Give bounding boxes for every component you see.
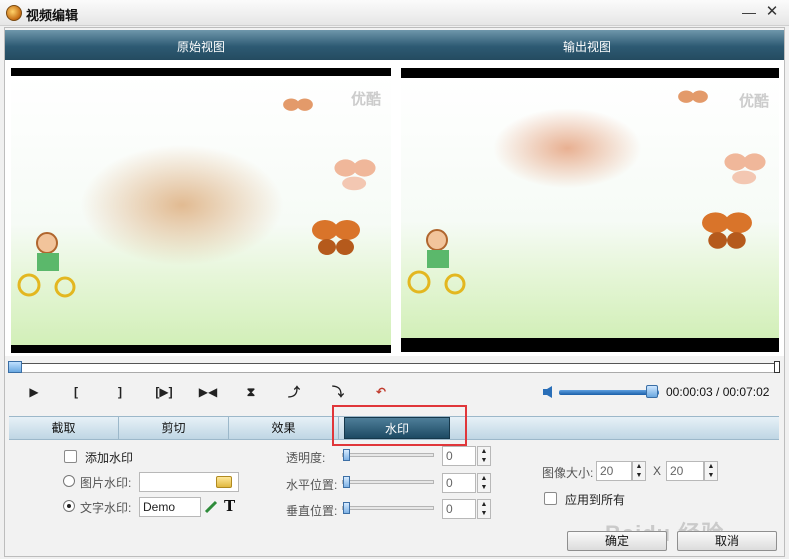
play-button[interactable]: ▶ (23, 383, 45, 401)
pen-icon[interactable] (204, 500, 218, 514)
timeline-end-marker[interactable] (774, 361, 780, 373)
original-frame: 优酷 (11, 76, 391, 345)
cartoon-rider-image (17, 232, 76, 298)
vertical-value-field[interactable]: 0 (442, 499, 476, 519)
image-watermark-label: 图片水印: (80, 476, 132, 490)
tab-cut[interactable]: 剪切 (119, 417, 229, 439)
apply-all-label: 应用到所有 (565, 493, 626, 507)
close-button[interactable]: ✕ (763, 3, 781, 21)
window-title: 视频编辑 (26, 8, 79, 23)
horizontal-position-label: 水平位置: (286, 478, 338, 492)
ok-button[interactable]: 确定 (567, 531, 667, 551)
butterfly-image (678, 90, 708, 103)
watermark-text-input[interactable]: Demo (139, 497, 201, 517)
image-watermark-radio[interactable] (63, 475, 75, 487)
butterfly-image (702, 212, 752, 249)
tab-capture[interactable]: 截取 (9, 417, 119, 439)
minimize-button[interactable]: — (740, 3, 758, 21)
volume-icon[interactable] (542, 385, 556, 399)
step-button[interactable]: ▶◀ (195, 383, 221, 401)
rotate-right-button[interactable]: ⤵ (327, 383, 349, 401)
butterfly-image (724, 153, 766, 185)
mark-in-button[interactable]: [ (65, 383, 87, 401)
timeline-track[interactable] (9, 363, 779, 373)
play-segment-button[interactable]: [▶] (151, 383, 177, 401)
flip-vertical-button[interactable]: ⧗ (240, 383, 262, 401)
vertical-slider-track[interactable] (342, 506, 434, 510)
butterfly-image (283, 98, 313, 111)
title-bar: 视频编辑 — ✕ (0, 0, 789, 26)
text-watermark-radio[interactable] (63, 500, 75, 512)
rotate-left-button[interactable]: ⤴ (283, 383, 305, 401)
tab-effects[interactable]: 效果 (229, 417, 339, 439)
text-watermark-label: 文字水印: (80, 501, 132, 515)
view-header-bar: 原始视图 输出视图 (5, 30, 784, 60)
app-icon (6, 5, 22, 21)
preview-area: 优酷 优酷 (5, 60, 784, 356)
opacity-slider-knob[interactable] (343, 449, 350, 461)
width-spinner[interactable]: ▲ ▼ (632, 461, 646, 481)
time-display: 00:00:03 / 00:07:02 (666, 385, 770, 399)
vertical-position-label: 垂直位置: (286, 504, 338, 518)
video-watermark-text: 优酷 (738, 93, 769, 110)
video-watermark-text: 优酷 (350, 91, 381, 108)
horizontal-slider-knob[interactable] (343, 476, 350, 488)
apply-all-checkbox[interactable] (544, 492, 557, 505)
width-value-field[interactable]: 20 (596, 461, 632, 481)
height-spinner[interactable]: ▲ ▼ (704, 461, 718, 481)
image-size-label: 图像大小: (542, 466, 594, 480)
horizontal-value-field[interactable]: 0 (442, 473, 476, 493)
vertical-slider-knob[interactable] (343, 502, 350, 514)
add-watermark-label: 添加水印 (85, 451, 134, 465)
undo-button[interactable]: ↶ (370, 383, 392, 401)
height-value-field[interactable]: 20 (666, 461, 704, 481)
output-view-label: 输出视图 (563, 40, 612, 54)
cancel-button[interactable]: 取消 (677, 531, 777, 551)
output-frame: 优酷 (401, 78, 779, 338)
horizontal-slider-track[interactable] (342, 480, 434, 484)
timeline-knob[interactable] (8, 361, 22, 373)
butterfly-image (312, 220, 360, 255)
dialog-body: 原始视图 输出视图 优酷 优酷 ▶ [] [▶] ▶◀ ⧗ ⤴ ⤵ ↶ 00:… (4, 27, 785, 557)
font-icon[interactable]: T (224, 497, 235, 515)
butterfly-image (334, 159, 376, 191)
horizontal-spinner[interactable]: ▲ ▼ (477, 473, 491, 493)
original-video-preview: 优酷 (11, 68, 391, 353)
add-watermark-checkbox[interactable] (64, 450, 77, 463)
output-video-preview: 优酷 (401, 68, 779, 352)
opacity-label: 透明度: (286, 451, 326, 465)
opacity-value-field[interactable]: 0 (442, 446, 476, 466)
size-x-label: X (653, 464, 662, 478)
opacity-spinner[interactable]: ▲ ▼ (477, 446, 491, 466)
vertical-spinner[interactable]: ▲ ▼ (477, 499, 491, 519)
cartoon-rider-image (407, 229, 466, 295)
opacity-slider-track[interactable] (342, 453, 434, 457)
folder-icon[interactable] (216, 476, 232, 488)
original-view-label: 原始视图 (177, 40, 226, 54)
volume-slider-knob[interactable] (646, 385, 658, 398)
mark-out-button[interactable]: ] (109, 383, 131, 401)
volume-slider-track[interactable] (559, 390, 659, 395)
